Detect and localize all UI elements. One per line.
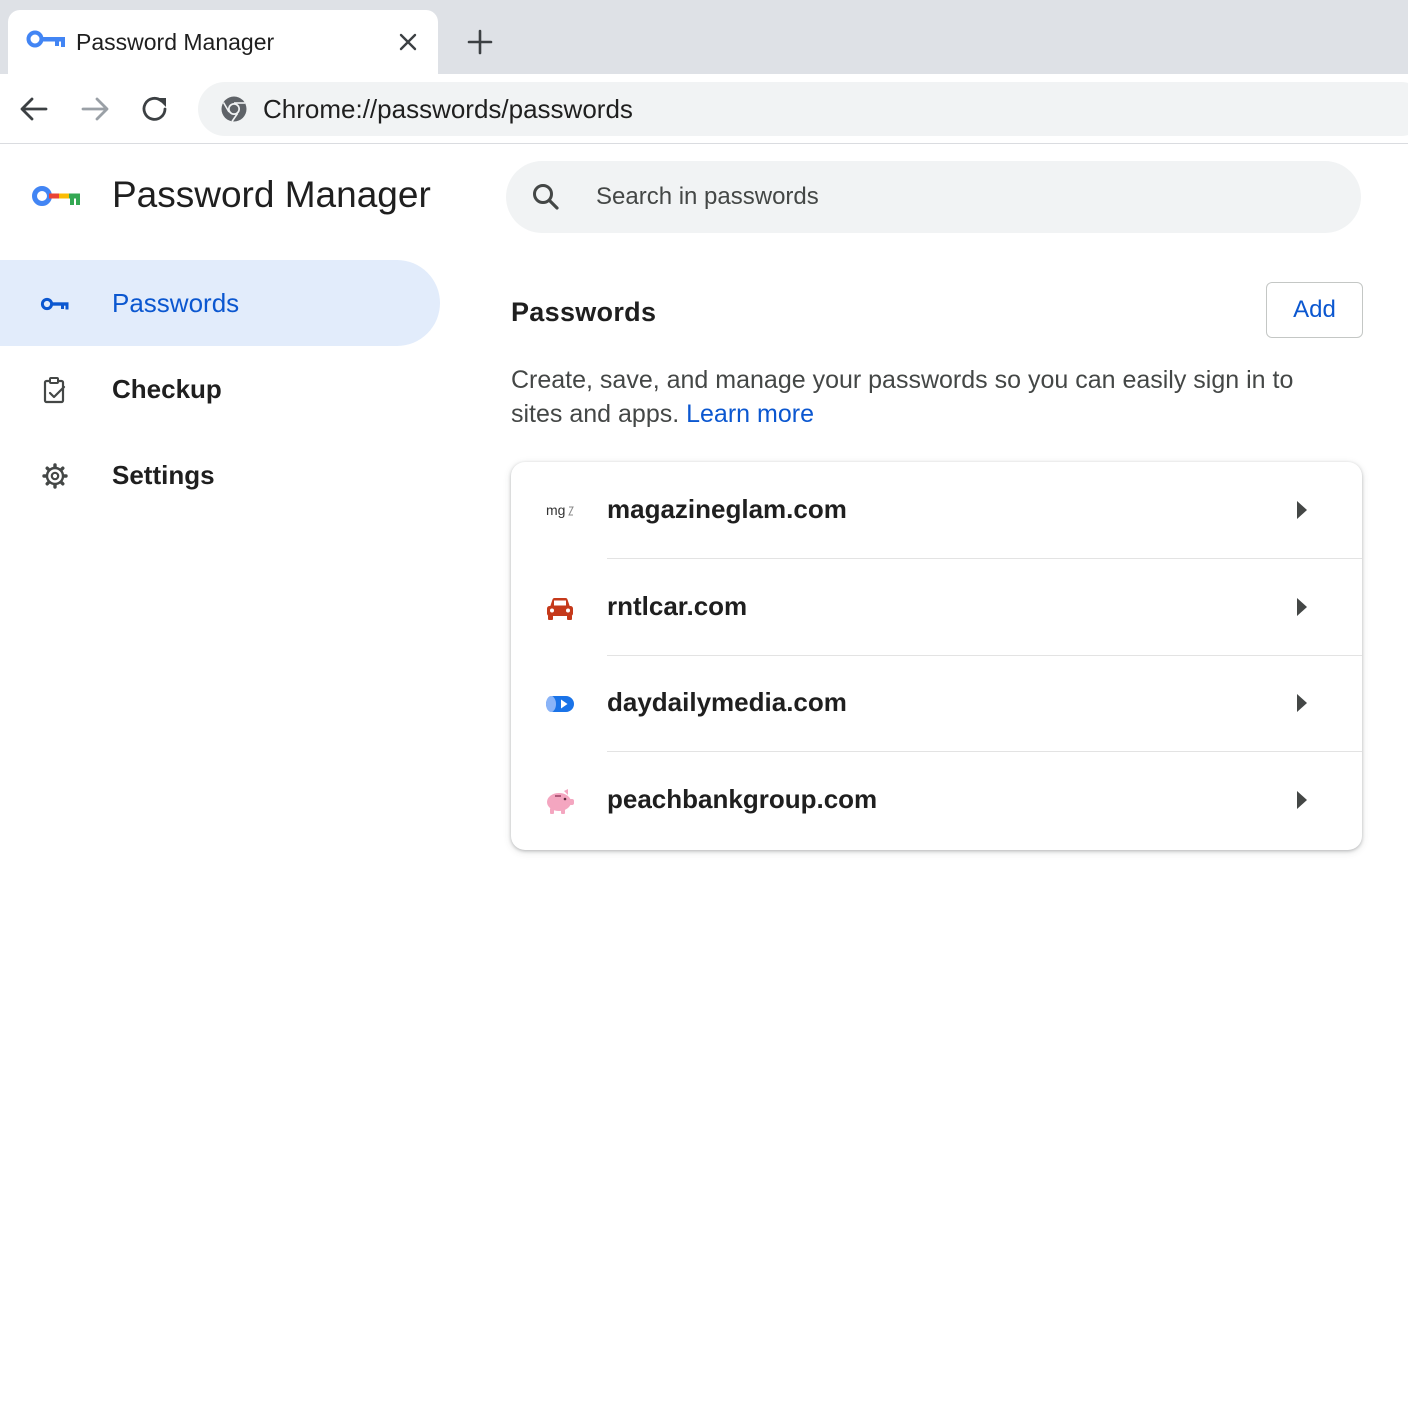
sidebar-item-label: Settings: [112, 460, 215, 490]
description: Create, save, and manage your passwords …: [511, 363, 1341, 431]
learn-more-link[interactable]: Learn more: [686, 400, 814, 428]
checkup-clipboard-icon: [43, 377, 66, 404]
close-icon[interactable]: [396, 30, 420, 54]
tab-strip: Password Manager: [0, 0, 1408, 74]
chevron-right-icon: [1297, 694, 1307, 712]
address-url: Chrome://passwords/passwords: [263, 94, 633, 124]
chrome-icon: [221, 96, 247, 122]
chevron-right-icon: [1297, 501, 1307, 519]
chevron-right-icon: [1297, 791, 1307, 809]
app-title: Password Manager: [112, 174, 431, 215]
sidebar-item-label: Checkup: [112, 374, 222, 404]
password-list: mg magazineglam.com rntlcar.com daydaily…: [511, 462, 1362, 850]
site-name: peachbankgroup.com: [607, 784, 878, 814]
key-icon: [40, 297, 69, 311]
sidebar-item-settings[interactable]: Settings: [0, 432, 440, 518]
sidebar-item-checkup[interactable]: Checkup: [0, 346, 440, 432]
password-manager-logo-icon: [32, 186, 80, 206]
site-name: rntlcar.com: [607, 591, 748, 621]
description-text: Create, save, and manage your passwords …: [511, 366, 1294, 428]
play-pill-icon: [546, 696, 574, 712]
tab-password-manager[interactable]: Password Manager: [8, 10, 438, 74]
key-icon: [26, 30, 65, 48]
password-row-magazineglam[interactable]: mg magazineglam.com: [511, 462, 1362, 559]
section-title: Passwords: [511, 297, 657, 327]
sidebar-item-label: Passwords: [112, 288, 240, 318]
search-input[interactable]: [596, 161, 1336, 233]
piggy-bank-icon: [547, 789, 574, 814]
plus-icon[interactable]: [466, 28, 494, 56]
tab-title: Password Manager: [76, 29, 275, 55]
site-name: magazineglam.com: [607, 494, 847, 524]
magazineglam-logo-text: mg: [546, 502, 565, 518]
password-row-rntlcar[interactable]: rntlcar.com: [511, 559, 1362, 656]
search-bar[interactable]: [506, 161, 1361, 233]
site-name: daydailymedia.com: [607, 687, 847, 717]
reload-icon[interactable]: [138, 92, 172, 126]
gear-icon: [42, 463, 68, 489]
chevron-right-icon: [1297, 598, 1307, 616]
browser-toolbar: Chrome://passwords/passwords: [0, 74, 1408, 144]
password-row-peachbankgroup[interactable]: peachbankgroup.com: [511, 752, 1362, 849]
car-icon: [547, 598, 573, 620]
add-password-button[interactable]: Add: [1266, 282, 1363, 338]
arrow-right-icon[interactable]: [78, 92, 112, 126]
sidebar-item-passwords[interactable]: Passwords: [0, 260, 440, 346]
address-bar[interactable]: Chrome://passwords/passwords: [198, 82, 1408, 136]
search-icon: [533, 184, 559, 210]
magazineglam-logo-icon: mg: [546, 502, 574, 518]
password-row-daydailymedia[interactable]: daydailymedia.com: [511, 655, 1362, 752]
arrow-left-icon[interactable]: [17, 92, 51, 126]
